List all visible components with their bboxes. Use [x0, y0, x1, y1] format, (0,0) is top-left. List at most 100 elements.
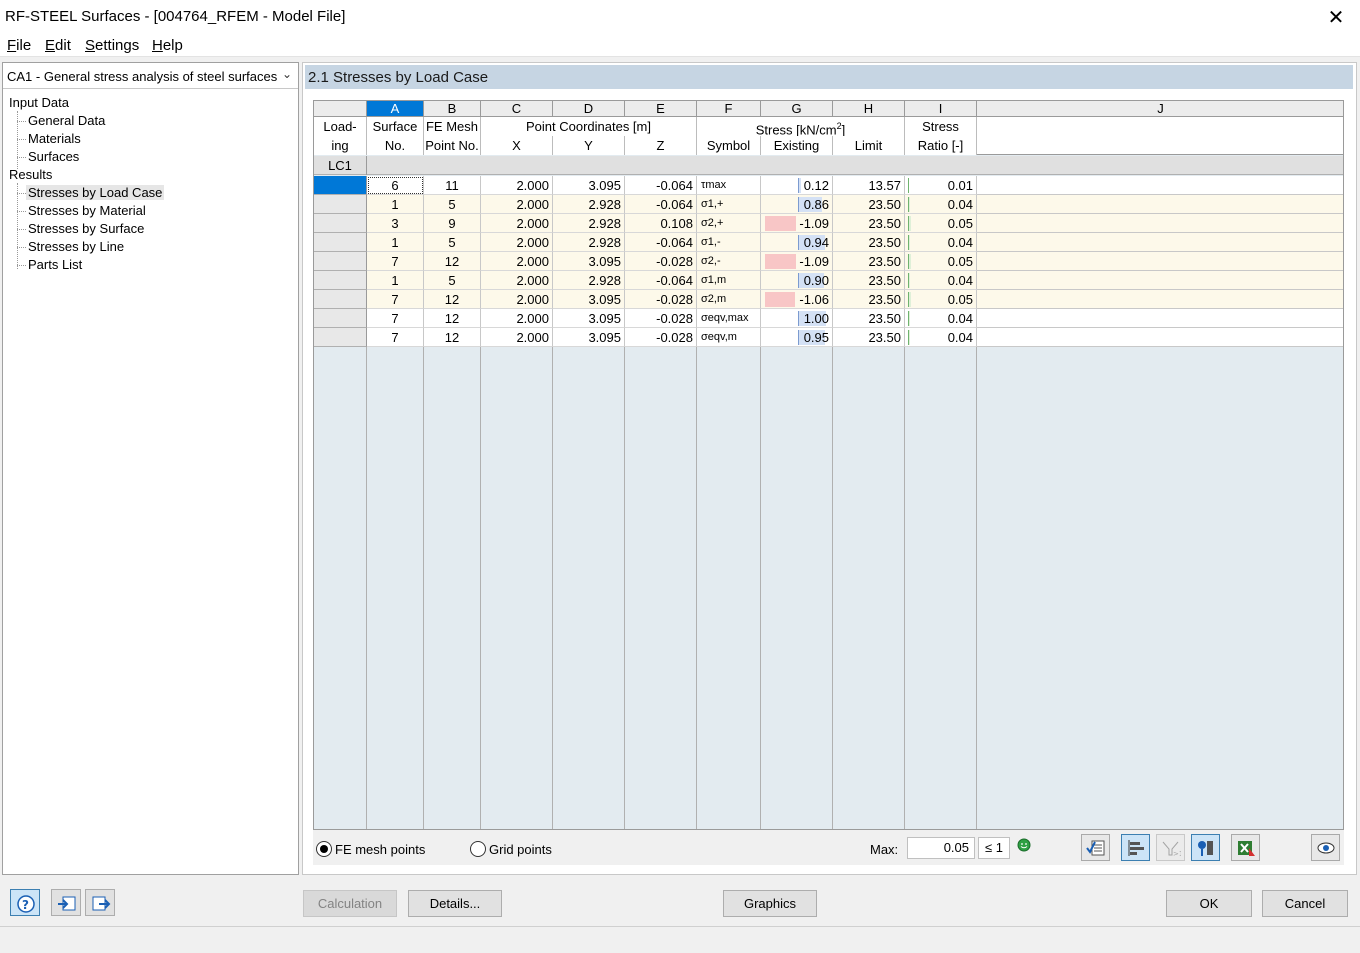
cell-y[interactable]: 2.928	[553, 195, 625, 214]
cell-ratio[interactable]: 0.05	[905, 252, 977, 271]
column-letter-g[interactable]: G	[761, 101, 833, 117]
cell-limit[interactable]: 23.50	[833, 214, 905, 233]
cell-limit[interactable]: 23.50	[833, 271, 905, 290]
fe-mesh-points-label[interactable]: FE mesh points	[335, 842, 425, 857]
cell-ratio[interactable]: 0.05	[905, 290, 977, 309]
cell-limit[interactable]: 23.50	[833, 309, 905, 328]
check-results-button[interactable]	[1081, 834, 1110, 861]
row-header[interactable]	[314, 195, 367, 214]
menu-file[interactable]: File	[7, 37, 31, 54]
cell-point[interactable]: 12	[424, 290, 481, 309]
menu-help[interactable]: Help	[152, 37, 183, 54]
tree-item-general-data[interactable]: General Data	[28, 113, 105, 128]
cell-ratio[interactable]: 0.04	[905, 271, 977, 290]
results-table[interactable]: A B C D E F G H I J Load- Surface FE Mes…	[313, 100, 1344, 830]
cell-z[interactable]: -0.028	[625, 252, 697, 271]
help-button[interactable]: ?	[10, 889, 40, 916]
tree-item-parts-list[interactable]: Parts List	[28, 257, 82, 272]
cell-symbol[interactable]: σeqv,max	[697, 309, 761, 328]
cell-y[interactable]: 3.095	[553, 309, 625, 328]
cell-point[interactable]: 12	[424, 328, 481, 347]
row-header[interactable]	[314, 252, 367, 271]
cell-surface[interactable]: 1	[367, 195, 424, 214]
cell-point[interactable]: 12	[424, 252, 481, 271]
cell-ratio[interactable]: 0.05	[905, 214, 977, 233]
cancel-button[interactable]: Cancel	[1262, 890, 1348, 917]
column-letter-c[interactable]: C	[481, 101, 553, 117]
case-selector[interactable]: CA1 - General stress analysis of steel s…	[3, 63, 298, 89]
cell-x[interactable]: 2.000	[481, 309, 553, 328]
cell-z[interactable]: -0.028	[625, 328, 697, 347]
cell-x[interactable]: 2.000	[481, 290, 553, 309]
cell-z[interactable]: -0.064	[625, 195, 697, 214]
cell-point[interactable]: 5	[424, 195, 481, 214]
details-button[interactable]: Details...	[408, 890, 502, 917]
tree-item-stresses-by-surface[interactable]: Stresses by Surface	[28, 221, 144, 236]
cell-ratio[interactable]: 0.04	[905, 233, 977, 252]
cell-surface[interactable]: 7	[367, 252, 424, 271]
row-header[interactable]	[314, 309, 367, 328]
tree-item-stresses-by-line[interactable]: Stresses by Line	[28, 239, 124, 254]
column-letter-j[interactable]: J	[977, 101, 1344, 117]
row-header[interactable]	[314, 328, 367, 347]
cell-z[interactable]: -0.028	[625, 309, 697, 328]
cell-existing[interactable]: 0.95	[761, 328, 833, 347]
import-button[interactable]	[51, 889, 81, 916]
cell-surface[interactable]: 7	[367, 328, 424, 347]
row-header[interactable]	[314, 290, 367, 309]
cell-ratio[interactable]: 0.04	[905, 328, 977, 347]
cell-symbol[interactable]: σ1,m	[697, 271, 761, 290]
cell-y[interactable]: 2.928	[553, 214, 625, 233]
menu-settings[interactable]: Settings	[85, 37, 139, 54]
cell-x[interactable]: 2.000	[481, 176, 553, 195]
cell-surface[interactable]: 3	[367, 214, 424, 233]
cell-limit[interactable]: 23.50	[833, 233, 905, 252]
cell-z[interactable]: 0.108	[625, 214, 697, 233]
cell-point[interactable]: 5	[424, 233, 481, 252]
export-button[interactable]	[85, 889, 115, 916]
cell-existing[interactable]: 0.90	[761, 271, 833, 290]
cell-x[interactable]: 2.000	[481, 195, 553, 214]
tree-item-surfaces[interactable]: Surfaces	[28, 149, 79, 164]
row-header[interactable]	[314, 233, 367, 252]
cell-ratio[interactable]: 0.04	[905, 309, 977, 328]
column-letter-d[interactable]: D	[553, 101, 625, 117]
menu-edit[interactable]: Edit	[45, 37, 71, 54]
tree-item-stresses-by-material[interactable]: Stresses by Material	[28, 203, 146, 218]
cell-symbol[interactable]: τmax	[697, 176, 761, 195]
column-letter-a[interactable]: A	[367, 101, 424, 117]
filter-button[interactable]: >1	[1156, 834, 1185, 861]
cell-y[interactable]: 3.095	[553, 328, 625, 347]
grid-points-label[interactable]: Grid points	[489, 842, 552, 857]
view-mode-button[interactable]	[1191, 834, 1220, 861]
cell-y[interactable]: 3.095	[553, 252, 625, 271]
cell-limit[interactable]: 13.57	[833, 176, 905, 195]
ok-button[interactable]: OK	[1166, 890, 1252, 917]
calculation-button[interactable]: Calculation	[303, 890, 397, 917]
close-icon[interactable]: ✕	[1326, 5, 1346, 30]
cell-y[interactable]: 3.095	[553, 176, 625, 195]
fe-mesh-points-radio[interactable]	[316, 841, 332, 857]
cell-existing[interactable]: 0.12	[761, 176, 833, 195]
cell-point[interactable]: 12	[424, 309, 481, 328]
cell-x[interactable]: 2.000	[481, 328, 553, 347]
cell-point[interactable]: 5	[424, 271, 481, 290]
cell-z[interactable]: -0.028	[625, 290, 697, 309]
cell-y[interactable]: 3.095	[553, 290, 625, 309]
cell-limit[interactable]: 23.50	[833, 328, 905, 347]
row-header[interactable]	[314, 176, 367, 195]
cell-limit[interactable]: 23.50	[833, 252, 905, 271]
cell-y[interactable]: 2.928	[553, 271, 625, 290]
cell-surface[interactable]: 1	[367, 271, 424, 290]
cell-symbol[interactable]: σ1,-	[697, 233, 761, 252]
cell-existing[interactable]: 0.86	[761, 195, 833, 214]
column-letter-h[interactable]: H	[833, 101, 905, 117]
cell-existing[interactable]: -1.06	[761, 290, 833, 309]
column-letter-i[interactable]: I	[905, 101, 977, 117]
row-header[interactable]	[314, 271, 367, 290]
cell-surface[interactable]: 7	[367, 290, 424, 309]
column-letter-e[interactable]: E	[625, 101, 697, 117]
column-letter-f[interactable]: F	[697, 101, 761, 117]
cell-limit[interactable]: 23.50	[833, 290, 905, 309]
row-header[interactable]	[314, 214, 367, 233]
